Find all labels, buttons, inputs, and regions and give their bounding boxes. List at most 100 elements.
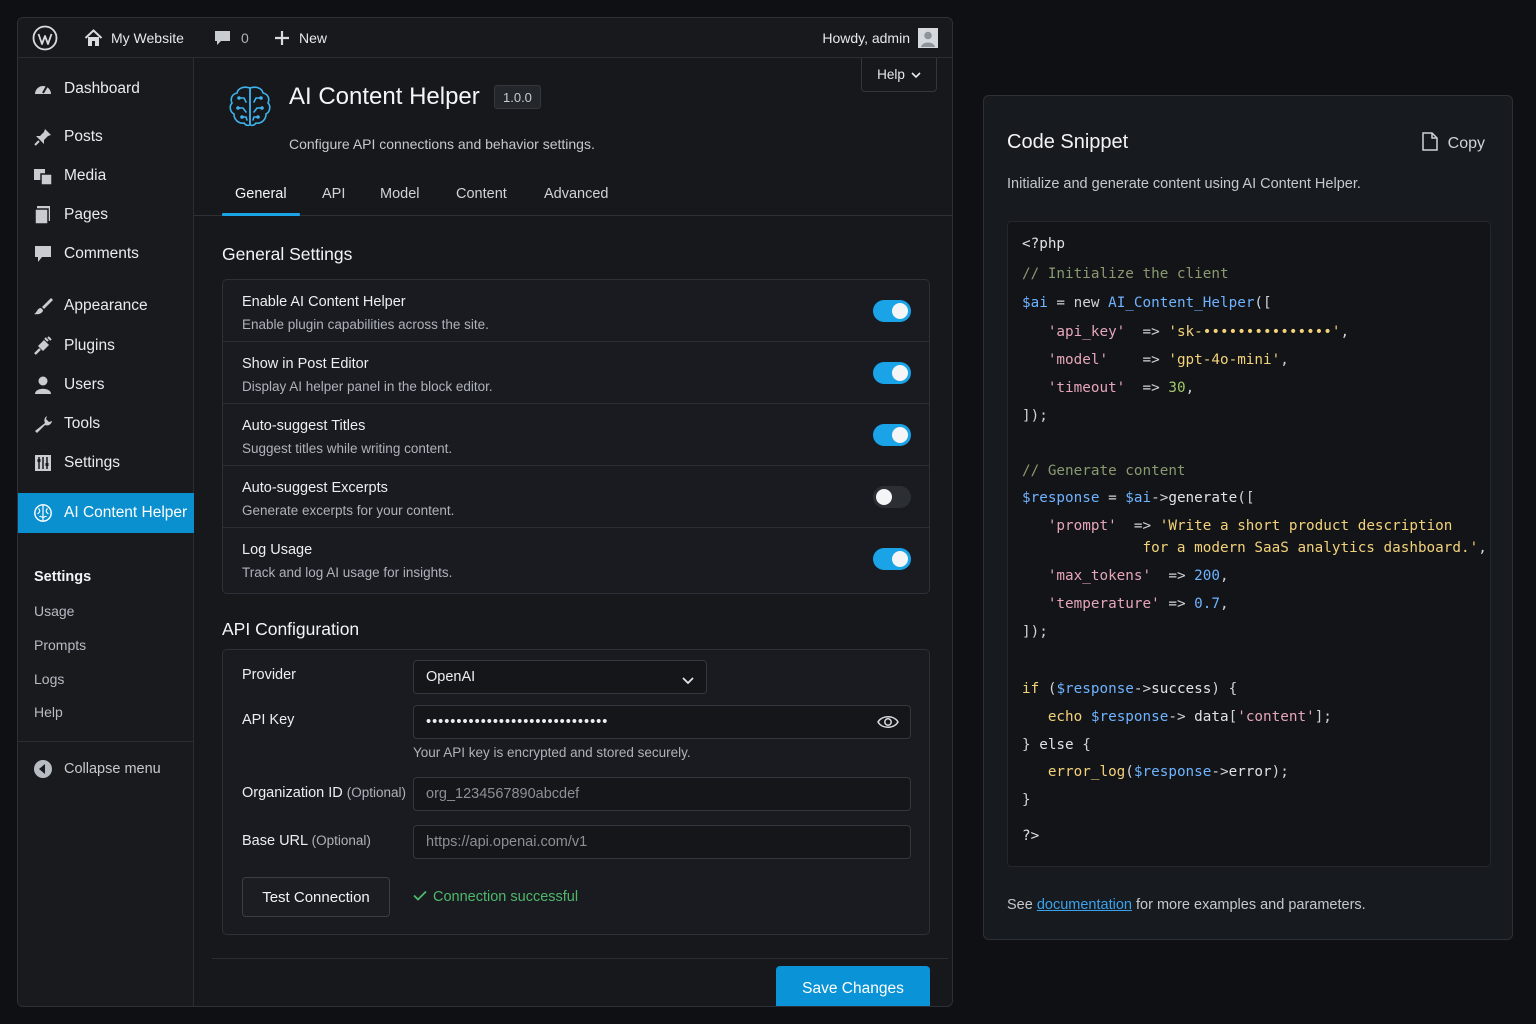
setting-row-log-usage: Log Usage Track and log AI usage for ins… <box>223 528 929 590</box>
submenu-item-help[interactable]: Help <box>34 704 63 720</box>
sidebar-item-users[interactable]: Users <box>18 365 194 405</box>
code-token: , <box>1478 540 1487 556</box>
sidebar-item-ai-content-helper[interactable]: AI Content Helper <box>18 493 194 533</box>
help-button[interactable]: Help <box>861 58 937 92</box>
code-token: -> <box>1151 490 1169 506</box>
code-token: ]; <box>1314 709 1332 725</box>
active-tab-indicator <box>222 213 300 216</box>
toggle-log-usage[interactable] <box>873 548 911 570</box>
setting-title: Auto-suggest Excerpts <box>242 480 388 496</box>
save-changes-button[interactable]: Save Changes <box>776 966 930 1006</box>
tab-model[interactable]: Model <box>380 186 420 202</box>
code-token: ( <box>1125 764 1134 780</box>
site-name-link[interactable]: My Website <box>84 18 184 58</box>
code-token: // Initialize the client <box>1022 266 1229 282</box>
plugin-icon <box>33 336 53 356</box>
sidebar-item-plugins[interactable]: Plugins <box>18 326 194 366</box>
toggle-excerpts[interactable] <box>873 486 911 508</box>
code-line: 'api_key' => 'sk-•••••••••••••••', <box>1022 324 1349 340</box>
admin-sidebar: Dashboard Posts Media Pages Comments App… <box>18 58 194 1006</box>
help-label: Help <box>877 67 905 82</box>
provider-label: Provider <box>242 667 296 683</box>
test-connection-button[interactable]: Test Connection <box>242 877 390 917</box>
submenu-item-prompts[interactable]: Prompts <box>34 637 86 653</box>
page-description: Configure API connections and behavior s… <box>289 136 595 152</box>
account-menu[interactable]: Howdy, admin <box>822 18 938 58</box>
sidebar-item-appearance[interactable]: Appearance <box>18 286 194 326</box>
code-token: 'sk-•••••••••••••••' <box>1168 324 1341 340</box>
api-key-value: •••••••••••••••••••••••••••••• <box>426 714 609 730</box>
org-id-label: Organization ID (Optional) <box>242 785 406 801</box>
copy-button[interactable]: Copy <box>1421 132 1485 156</box>
code-token: -> <box>1211 764 1229 780</box>
sidebar-item-comments[interactable]: Comments <box>18 234 194 274</box>
toggle-knob <box>876 489 892 505</box>
code-token: = new <box>1047 295 1109 311</box>
comment-icon <box>33 244 53 264</box>
code-line: } <box>1022 792 1031 808</box>
toggle-titles[interactable] <box>873 424 911 446</box>
code-token: for a modern SaaS analytics dashboard.' <box>1022 540 1479 556</box>
home-icon <box>84 29 103 47</box>
setting-description: Generate excerpts for your content. <box>242 503 455 518</box>
connection-status: Connection successful <box>413 889 578 905</box>
tab-api[interactable]: API <box>322 186 345 202</box>
code-line: error_log($response->error); <box>1022 764 1289 780</box>
base-url-label: Base URL (Optional) <box>242 833 371 849</box>
code-line: 'timeout' => 30, <box>1022 380 1194 396</box>
code-token: AI_Content_Helper <box>1108 295 1255 311</box>
provider-select[interactable]: OpenAI <box>413 660 707 694</box>
settings-icon <box>33 453 53 473</box>
tab-content[interactable]: Content <box>456 186 507 202</box>
optional-tag: (Optional) <box>346 785 407 800</box>
code-token: 30 <box>1168 380 1186 396</box>
code-token: 'content' <box>1237 709 1315 725</box>
eye-icon[interactable] <box>877 714 899 734</box>
code-line: <?php <box>1022 236 1065 252</box>
documentation-link[interactable]: documentation <box>1037 897 1132 913</box>
toggle-knob <box>892 365 908 381</box>
sidebar-item-media[interactable]: Media <box>18 156 194 196</box>
submenu-item-settings[interactable]: Settings <box>34 569 91 585</box>
tab-advanced[interactable]: Advanced <box>544 186 609 202</box>
code-line: ]); <box>1022 408 1048 424</box>
setting-title: Log Usage <box>242 542 313 558</box>
code-snippet-title: Code Snippet <box>1007 131 1129 153</box>
base-url-input[interactable]: https://api.openai.com/v1 <box>413 825 911 859</box>
code-line: 'max_tokens' => 200, <box>1022 568 1229 584</box>
collapse-menu-button[interactable]: Collapse menu <box>18 749 194 789</box>
code-line: 'prompt' => 'Write a short product descr… <box>1022 518 1453 534</box>
toggle-post-editor[interactable] <box>873 362 911 384</box>
general-settings-card: Enable AI Content Helper Enable plugin c… <box>222 279 930 594</box>
code-line: $response = $ai->generate([ <box>1022 490 1254 506</box>
wordpress-logo-icon[interactable] <box>32 18 58 58</box>
setting-description: Display AI helper panel in the block edi… <box>242 379 493 394</box>
code-snippet-description: Initialize and generate content using AI… <box>1007 176 1361 192</box>
toggle-enable[interactable] <box>873 300 911 322</box>
sidebar-item-posts[interactable]: Posts <box>18 117 194 157</box>
sidebar-item-pages[interactable]: Pages <box>18 195 194 235</box>
footer-prefix: See <box>1007 897 1033 913</box>
collapse-arrow-icon <box>33 759 53 779</box>
new-content-link[interactable]: New <box>274 18 327 58</box>
code-token: error <box>1228 764 1272 780</box>
code-token: data <box>1185 709 1229 725</box>
code-token: 'gpt-4o-mini' <box>1168 352 1281 368</box>
code-token: 'max_tokens' <box>1022 568 1152 584</box>
sidebar-item-dashboard[interactable]: Dashboard <box>18 69 194 109</box>
submenu-item-usage[interactable]: Usage <box>34 603 74 619</box>
code-line: } else { <box>1022 737 1091 753</box>
code-token: , <box>1220 596 1229 612</box>
site-name: My Website <box>111 30 184 46</box>
sidebar-item-settings[interactable]: Settings <box>18 443 194 483</box>
tab-general[interactable]: General <box>235 186 287 202</box>
brain-icon <box>33 503 53 523</box>
user-icon <box>33 375 53 395</box>
submenu-item-logs[interactable]: Logs <box>34 671 64 687</box>
code-token: , <box>1185 380 1195 396</box>
comments-link[interactable]: 0 <box>214 18 249 58</box>
sidebar-item-tools[interactable]: Tools <box>18 404 194 444</box>
api-key-input[interactable]: •••••••••••••••••••••••••••••• <box>413 705 911 739</box>
org-id-input[interactable]: org_1234567890abcdef <box>413 777 911 811</box>
chevron-down-icon <box>682 673 694 689</box>
